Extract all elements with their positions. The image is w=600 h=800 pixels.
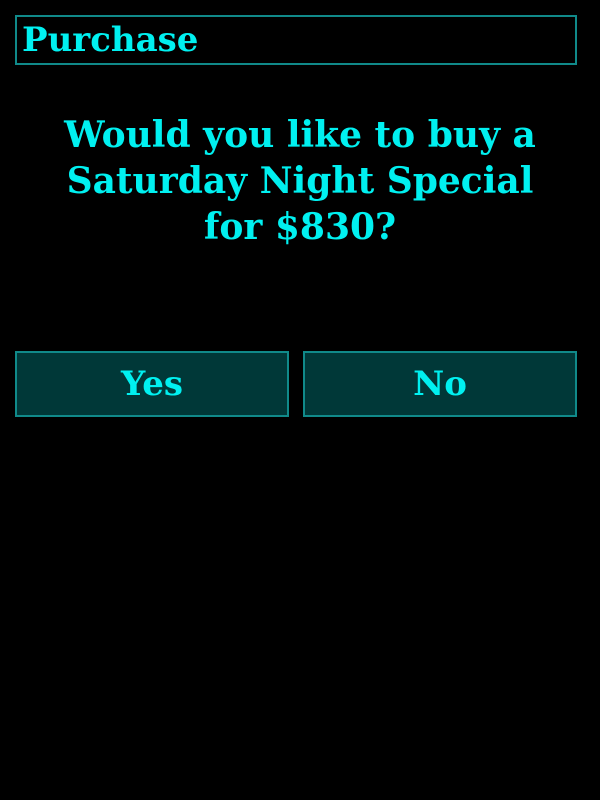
yes-button[interactable]: Yes	[15, 351, 289, 417]
purchase-prompt: Would you like to buy a Saturday Night S…	[64, 114, 536, 248]
dialog-title: Purchase	[22, 20, 199, 60]
dialog-title-bar: Purchase	[15, 15, 577, 65]
no-button[interactable]: No	[303, 351, 577, 417]
